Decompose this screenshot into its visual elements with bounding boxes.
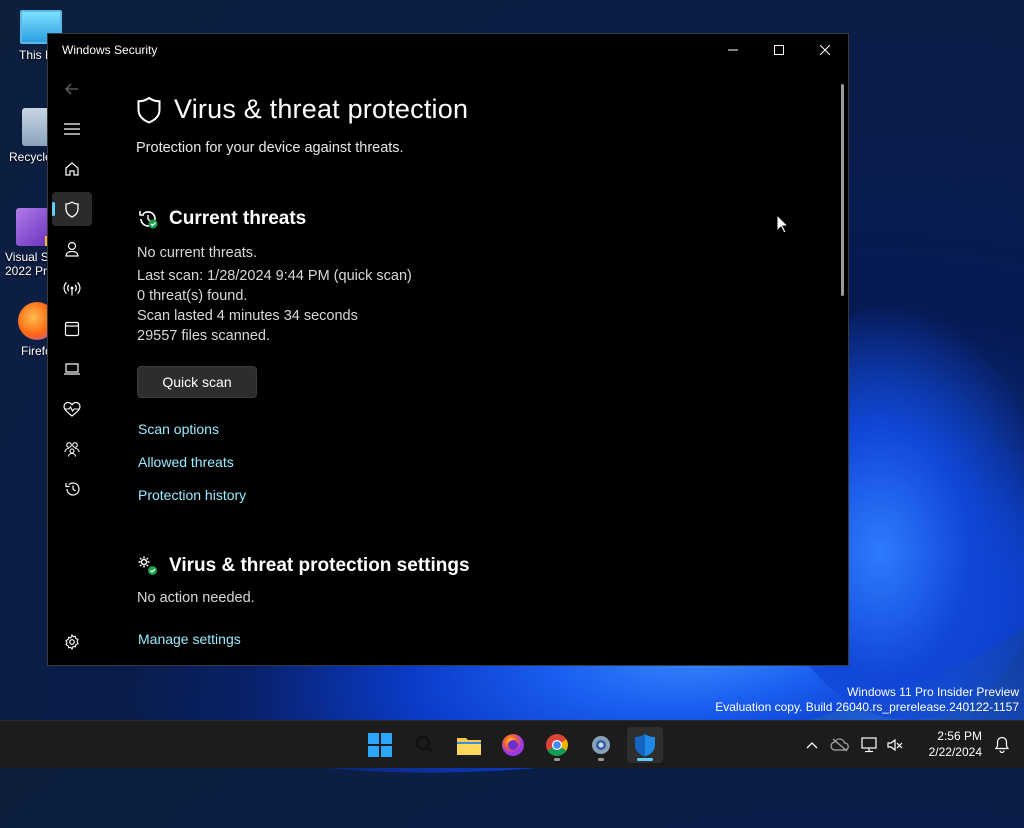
nav-device-performance-health[interactable] (52, 392, 92, 426)
clock-date: 2/22/2024 (928, 745, 982, 759)
network-monitor-icon (861, 736, 877, 752)
shield-icon (635, 734, 655, 757)
protection-settings-header: Virus & threat protection settings (137, 555, 470, 577)
scan-duration-text: Scan lasted 4 minutes 34 seconds (137, 308, 358, 324)
protection-settings-heading: Virus & threat protection settings (169, 555, 470, 576)
chrome-icon (546, 734, 568, 756)
current-threats-heading: Current threats (169, 208, 307, 229)
mouse-pointer-icon (776, 214, 790, 234)
active-indicator (637, 758, 653, 761)
side-navigation (48, 70, 96, 665)
laptop-icon (64, 363, 80, 375)
start-button[interactable] (362, 727, 398, 763)
shield-icon (65, 200, 79, 218)
taskbar-settings[interactable] (583, 727, 619, 763)
clock-time: 2:56 PM (937, 729, 982, 743)
settings-gears-status-icon (138, 556, 157, 575)
taskbar: 2:56 PM 2/22/2024 (0, 720, 1024, 768)
nav-family-options[interactable] (52, 432, 92, 466)
bell-icon (994, 736, 1010, 754)
back-arrow-icon (65, 83, 78, 95)
taskbar-file-explorer[interactable] (451, 727, 487, 763)
settings-gear-icon (592, 736, 610, 754)
settings-gear-icon (65, 634, 79, 650)
taskbar-firefox[interactable] (495, 727, 531, 763)
running-indicator (598, 758, 604, 761)
main-content: Virus & threat protection Protection for… (136, 34, 848, 665)
volume-muted-icon (887, 738, 903, 751)
app-browser-icon (64, 321, 80, 337)
heart-pulse-icon (63, 401, 81, 417)
back-button[interactable] (52, 72, 92, 106)
cloud-offline-icon (830, 737, 849, 751)
page-subtitle: Protection for your device against threa… (136, 140, 404, 156)
allowed-threats-link[interactable]: Allowed threats (138, 454, 234, 470)
nav-home[interactable] (52, 152, 92, 186)
settings-status-text: No action needed. (137, 590, 255, 606)
evaluation-watermark: Windows 11 Pro Insider Preview Evaluatio… (715, 685, 1019, 715)
protection-history-link[interactable]: Protection history (138, 487, 246, 503)
scan-options-link[interactable]: Scan options (138, 421, 219, 437)
watermark-line-1: Windows 11 Pro Insider Preview (847, 685, 1019, 699)
taskbar-chrome[interactable] (539, 727, 575, 763)
show-hidden-icons-button[interactable] (800, 741, 824, 749)
home-icon (65, 162, 79, 176)
chevron-up-icon (806, 741, 818, 748)
nav-app-browser-control[interactable] (52, 312, 92, 346)
shield-icon (137, 96, 161, 124)
notifications-button[interactable] (994, 736, 1010, 758)
family-icon (64, 442, 80, 457)
watermark-line-2: Evaluation copy. Build 26040.rs_prerelea… (715, 700, 1019, 714)
quick-scan-button[interactable]: Quick scan (137, 366, 257, 398)
nav-firewall-network[interactable] (52, 272, 92, 306)
history-icon (64, 482, 80, 496)
taskbar-search-button[interactable] (407, 727, 443, 763)
last-scan-text: Last scan: 1/28/2024 9:44 PM (quick scan… (137, 268, 412, 284)
threat-status-text: No current threats. (137, 245, 258, 261)
hamburger-menu-button[interactable] (52, 112, 92, 146)
taskbar-windows-security[interactable] (627, 727, 663, 763)
network-button[interactable] (856, 736, 884, 753)
nav-virus-threat-protection[interactable] (52, 192, 92, 226)
windows-security-window: Windows Security Virus & threat protecti… (47, 33, 849, 666)
nav-settings[interactable] (52, 625, 92, 659)
manage-settings-link[interactable]: Manage settings (138, 631, 241, 647)
system-tray (800, 721, 906, 768)
search-icon (415, 735, 435, 755)
windows-logo-icon (368, 733, 392, 757)
current-threats-header: Current threats (137, 208, 306, 230)
threats-found-text: 0 threat(s) found. (137, 288, 248, 304)
volume-button[interactable] (884, 737, 906, 753)
onedrive-button[interactable] (824, 737, 856, 752)
scan-history-status-icon (139, 211, 158, 229)
firefox-icon (502, 734, 524, 756)
scrollbar-thumb[interactable] (841, 84, 844, 296)
running-indicator (554, 758, 560, 761)
person-icon (65, 241, 79, 257)
page-header: Virus & threat protection (136, 94, 468, 125)
page-title: Virus & threat protection (174, 94, 469, 124)
folder-icon (457, 738, 481, 755)
nav-device-security[interactable] (52, 352, 92, 386)
taskbar-clock[interactable]: 2:56 PM 2/22/2024 (929, 728, 982, 760)
hamburger-menu-icon (64, 123, 80, 135)
nav-protection-history[interactable] (52, 472, 92, 506)
nav-account-protection[interactable] (52, 232, 92, 266)
files-scanned-text: 29557 files scanned. (137, 328, 271, 344)
network-antenna-icon (63, 282, 81, 296)
visual-studio-icon: Pi (16, 208, 58, 246)
